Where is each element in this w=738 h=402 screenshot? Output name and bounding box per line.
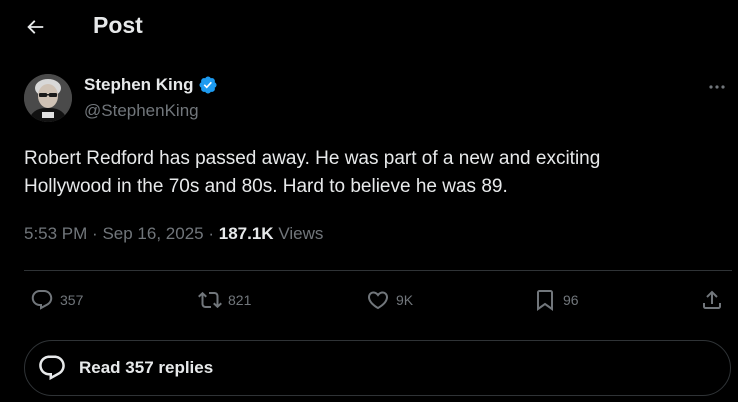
bookmark-button[interactable]: 96 xyxy=(533,286,579,314)
avatar[interactable] xyxy=(24,74,72,122)
post-text: Robert Redford has passed away. He was p… xyxy=(24,145,714,201)
more-dots-icon xyxy=(709,85,725,89)
like-count: 9K xyxy=(396,292,414,308)
repost-icon xyxy=(198,291,222,309)
post-header: Post xyxy=(0,0,738,52)
post-time[interactable]: 5:53 PM xyxy=(24,224,87,243)
reply-icon xyxy=(31,290,53,310)
bookmark-icon xyxy=(537,290,553,311)
post-date[interactable]: Sep 16, 2025 xyxy=(102,224,203,243)
like-button[interactable]: 9K xyxy=(366,286,413,314)
back-button[interactable] xyxy=(13,5,57,49)
author-name-label: Stephen King xyxy=(84,75,194,94)
read-replies-label: Read 357 replies xyxy=(79,358,214,377)
repost-button[interactable]: 821 xyxy=(198,286,251,314)
heart-icon xyxy=(367,291,389,310)
verified-badge-icon xyxy=(199,76,217,94)
divider xyxy=(24,270,732,271)
share-button[interactable] xyxy=(700,286,724,314)
post-meta: 5:53 PM · Sep 16, 2025 · 187.1K Views xyxy=(24,224,323,244)
repost-count: 821 xyxy=(228,292,252,308)
post-text-line: Hollywood in the 70s and 80s. Hard to be… xyxy=(24,176,508,197)
reply-button[interactable]: 357 xyxy=(30,286,83,314)
speech-bubble-icon xyxy=(39,355,65,381)
back-arrow-icon xyxy=(27,20,44,34)
author-handle[interactable]: @StephenKing xyxy=(84,101,199,121)
post-text-line: Robert Redford has passed away. He was p… xyxy=(24,148,601,169)
page-title: Post xyxy=(93,12,143,38)
share-icon xyxy=(703,290,721,309)
reply-count: 357 xyxy=(60,292,84,308)
more-options-button[interactable] xyxy=(702,74,732,100)
views-label: Views xyxy=(278,224,324,243)
read-replies-button[interactable]: Read 357 replies xyxy=(24,340,731,396)
views-count: 187.1K xyxy=(218,224,274,243)
author-name[interactable]: Stephen King xyxy=(84,75,218,95)
bookmark-count: 96 xyxy=(563,292,579,308)
meta-separator: · xyxy=(92,224,98,243)
meta-separator: · xyxy=(208,224,215,243)
